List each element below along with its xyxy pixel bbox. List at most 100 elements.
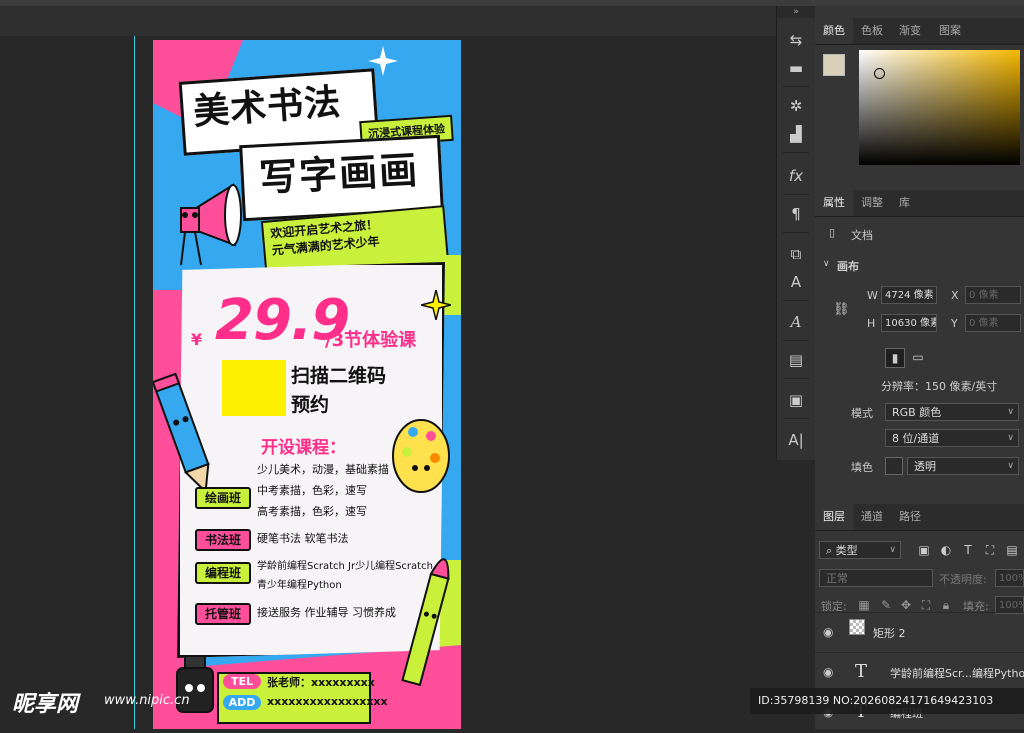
navigator-icon[interactable]: ✲ — [784, 94, 808, 118]
character-icon[interactable]: A| — [784, 428, 808, 452]
clone-source-icon[interactable]: ⧉ — [784, 242, 808, 266]
course-badge: 编程班 — [195, 562, 251, 584]
foreground-color-swatch[interactable] — [823, 54, 845, 76]
notes-icon[interactable]: ▤ — [784, 348, 808, 372]
tab-layers[interactable]: 图层 — [815, 504, 853, 530]
course-desc: 接送服务 作业辅导 习惯养成 — [257, 606, 396, 619]
tab-properties[interactable]: 属性 — [815, 190, 853, 216]
bit-depth-value: 8 位/通道 — [892, 432, 940, 445]
price-currency: ¥ — [191, 330, 203, 349]
document-label: 文档 — [851, 229, 873, 242]
color-panel-tabs: 颜色 色板 渐变 图案 — [815, 18, 1024, 45]
character-styles-icon[interactable]: A — [784, 270, 808, 294]
color-picker-field[interactable] — [859, 50, 1020, 165]
watermark-url: www.nipic.cn — [104, 693, 190, 708]
filter-smart-object-icon[interactable]: ▤ — [1003, 541, 1021, 559]
layer-filter-dropdown[interactable]: ⌕ 类型 ∨ — [819, 541, 901, 559]
height-field[interactable]: 10630 像素 — [881, 314, 937, 332]
blend-mode-dropdown[interactable]: 正常 — [819, 569, 933, 587]
poster-title-2: 写字画画 — [258, 147, 421, 201]
glyphs-icon[interactable]: A — [784, 310, 808, 334]
poster-title-1: 美术书法 — [191, 81, 343, 134]
fill-value: 透明 — [914, 460, 936, 473]
collapse-arrows-icon[interactable]: » — [777, 6, 815, 18]
comments-icon[interactable]: ▬ — [784, 56, 808, 80]
mode-dropdown[interactable]: RGB 颜色 ∨ — [885, 403, 1019, 421]
panel-icon-strip: » ⇆ ▬ ✲ ▟ fx ¶ ⧉ A A ▤ ▣ A| — [776, 6, 816, 460]
tel-badge: TEL — [223, 674, 261, 689]
layer-row[interactable]: ◉ T 学龄前编程Scr...编程Python — [815, 652, 1024, 693]
chevron-down-icon: ∨ — [889, 545, 896, 555]
filter-adjustment-icon[interactable]: ◐ — [937, 541, 955, 559]
visibility-eye-icon[interactable]: ◉ — [823, 625, 833, 639]
landscape-orientation-icon[interactable]: ▭ — [909, 348, 927, 366]
filter-type-icon[interactable]: T — [959, 541, 977, 559]
opacity-field[interactable]: 100% — [995, 569, 1024, 587]
poster-document[interactable]: 美术书法 沉浸式课程体验 写字画画 欢迎开启艺术之旅！ 元气满满的艺术少年 ¥ … — [153, 40, 461, 729]
course-desc: 少儿美术，动漫，基础素描 — [257, 463, 389, 476]
visibility-eye-icon[interactable]: ◉ — [823, 665, 833, 679]
chevron-down-icon: ∨ — [1007, 433, 1014, 443]
color-picker-handle[interactable] — [874, 68, 885, 79]
blend-mode-value: 正常 — [826, 572, 848, 585]
y-field[interactable]: 0 像素 — [965, 314, 1021, 332]
watermark-brand: 昵享网 — [12, 692, 79, 717]
tab-channels[interactable]: 通道 — [853, 504, 891, 530]
mode-value: RGB 颜色 — [892, 406, 942, 419]
right-panels: 颜色 色板 渐变 图案 属性 调整 库 ▯ 文档 ∨ 画布 W 4724 像素 … — [815, 6, 1024, 729]
add-text: xxxxxxxxxxxxxxxxx — [267, 695, 388, 708]
width-field[interactable]: 4724 像素 — [881, 286, 937, 304]
opacity-label: 不透明度: — [939, 573, 987, 586]
tab-color[interactable]: 颜色 — [815, 18, 853, 44]
price-unit: /3节体验课 — [325, 330, 417, 351]
add-badge: ADD — [223, 695, 261, 710]
fill-dropdown[interactable]: 透明 ∨ — [907, 457, 1019, 475]
scan-text: 扫描二维码 预约 — [291, 362, 401, 420]
portrait-orientation-icon[interactable]: ▮ — [885, 348, 905, 368]
tab-adjustments[interactable]: 调整 — [853, 190, 891, 216]
tab-swatches[interactable]: 色板 — [853, 18, 891, 44]
course-desc: 高考素描，色彩，速写 — [257, 505, 367, 518]
layer-row[interactable]: ◉ 矩形 2 — [815, 612, 1024, 653]
height-label: H — [867, 317, 876, 330]
watermark-id-bar: ID:35798139 NO:20260824171649423103 — [750, 688, 1024, 714]
sparkle-icon — [421, 290, 451, 320]
width-label: W — [867, 289, 878, 302]
courses-title: 开设课程： — [261, 438, 346, 458]
layers-panel-tabs: 图层 通道 路径 — [815, 504, 1024, 531]
y-label: Y — [951, 317, 958, 330]
sparkle-icon — [368, 46, 398, 76]
course-desc: 青少年编程Python — [257, 580, 342, 591]
paragraph-icon[interactable]: ¶ — [784, 202, 808, 226]
filter-shape-icon[interactable]: ⛶ — [981, 541, 999, 559]
guide-line[interactable] — [134, 36, 135, 729]
tab-paths[interactable]: 路径 — [891, 504, 929, 530]
search-icon: ⌕ — [826, 544, 836, 557]
options-bar — [0, 6, 776, 37]
tab-gradients[interactable]: 渐变 — [891, 18, 929, 44]
course-desc: 中考素描，色彩，速写 — [257, 484, 367, 497]
pencil-mascot-icon — [153, 372, 210, 494]
course-desc: 学龄前编程Scratch Jr少儿编程Scratch — [257, 561, 433, 572]
filter-pixel-icon[interactable]: ▣ — [915, 541, 933, 559]
histogram-icon[interactable]: ▟ — [784, 122, 808, 146]
scan-text-line-2: 预约 — [291, 394, 330, 416]
scan-text-line-1: 扫描二维码 — [291, 365, 387, 387]
tab-patterns[interactable]: 图案 — [931, 18, 969, 44]
styles-fx-icon[interactable]: fx — [784, 164, 808, 188]
artboards-icon[interactable]: ▣ — [784, 388, 808, 412]
document-icon: ▯ — [829, 226, 836, 239]
fill-label: 填色 — [851, 461, 873, 474]
layer-thumbnail — [849, 619, 865, 635]
course-badge: 书法班 — [195, 529, 251, 551]
layer-name: 矩形 2 — [873, 627, 906, 640]
tab-libraries[interactable]: 库 — [891, 190, 918, 216]
link-icon[interactable]: ⛓ — [833, 302, 850, 317]
x-label: X — [951, 289, 959, 302]
history-icon[interactable]: ⇆ — [784, 28, 808, 52]
fill-color-swatch[interactable] — [885, 457, 903, 475]
chevron-down-icon[interactable]: ∨ — [823, 259, 830, 269]
bit-depth-dropdown[interactable]: 8 位/通道 ∨ — [885, 429, 1019, 447]
megaphone-mascot-icon — [180, 183, 242, 266]
x-field[interactable]: 0 像素 — [965, 286, 1021, 304]
